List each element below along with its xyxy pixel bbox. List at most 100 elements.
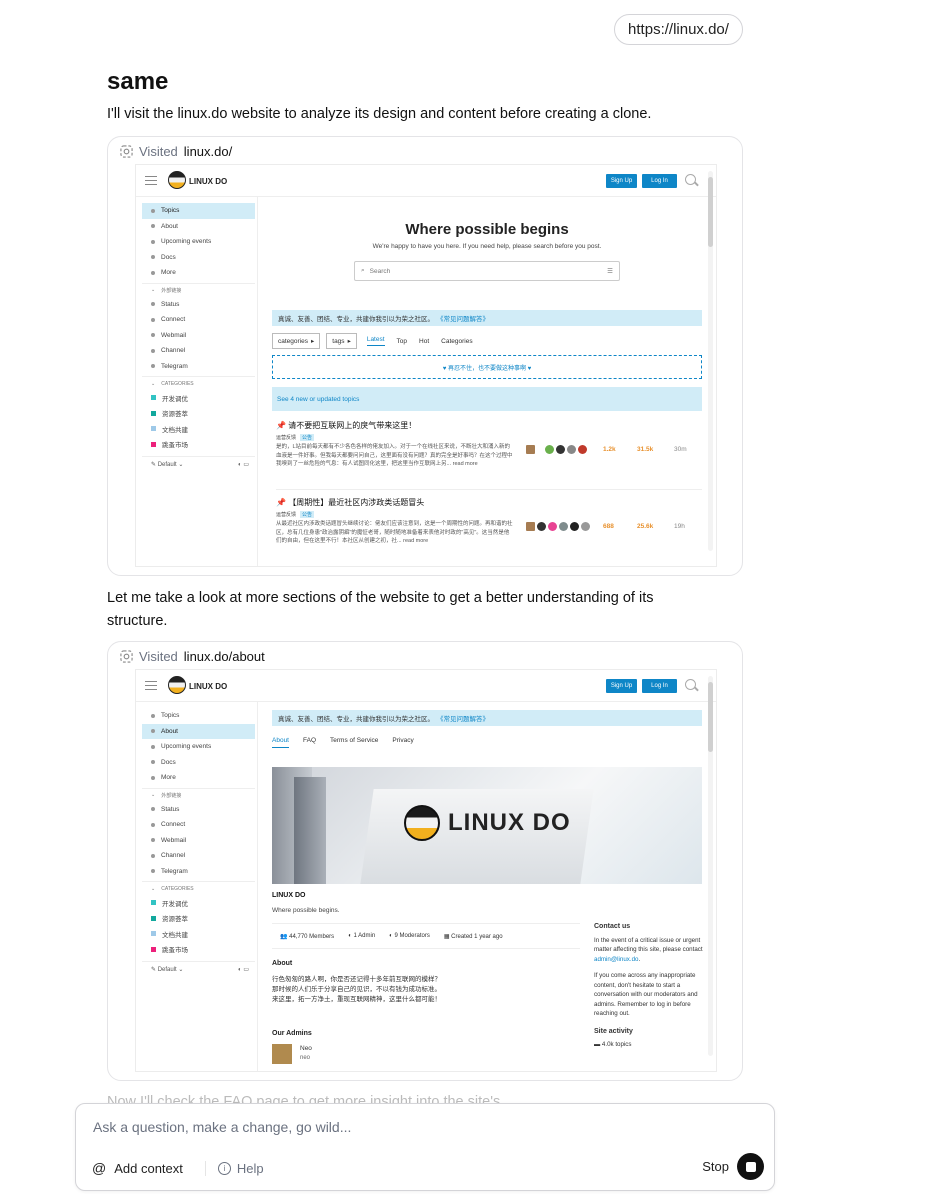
tab-privacy: Privacy: [392, 737, 414, 744]
sign-text: LINUX DO: [448, 809, 571, 836]
site-banner: 真诚、友善、团结、专业，共建你我引以为荣之社区。 《常见问题解答》: [272, 310, 702, 326]
topic-replies: 688: [603, 523, 614, 530]
about-heading: About: [272, 960, 293, 967]
avatar: [272, 1044, 292, 1064]
sidebar-item-topics: Topics: [142, 708, 255, 724]
building-shape: [294, 777, 326, 884]
tab-faq: FAQ: [303, 737, 317, 744]
pin-icon: 📌: [276, 421, 286, 430]
category-color-icon: [151, 946, 156, 952]
theme-toggle-icon: ◐ ▭: [238, 462, 249, 468]
sidebar-item-about: About: [142, 219, 255, 235]
url-message-pill: https://linux.do/: [614, 14, 743, 45]
category-label: 资源荟萃: [162, 411, 188, 419]
sidebar-item-telegram: Telegram: [142, 359, 255, 375]
help-button[interactable]: i Help: [204, 1160, 264, 1176]
category-color-icon: [151, 931, 156, 937]
site-logo-text: LINUX DO: [189, 682, 228, 691]
sidebar-footer: ✎ Default ⌄ ◐ ▭: [142, 456, 255, 472]
section-label: 外部链接: [161, 287, 182, 294]
stop-button[interactable]: [737, 1153, 764, 1180]
category-color-icon: [151, 441, 156, 447]
about-line: 来这里，拓一方净土，重现互联网精神，这里什么都可能！: [272, 996, 441, 1003]
pin-icon: 📌: [276, 498, 286, 507]
signup-button: Sign Up: [606, 174, 637, 188]
visit-card-home: Visited linux.do/ LINUX DO Sign Up Log In…: [107, 136, 743, 576]
visit-header: Visited linux.do/about: [120, 649, 265, 664]
sidebar-label: Telegram: [161, 362, 188, 370]
link-icon: [151, 302, 155, 307]
topic-tags: 运营反馈 公告: [276, 434, 702, 441]
calendar-icon: ▦: [443, 933, 450, 940]
about-site-name: LINUX DO: [272, 892, 306, 899]
chat-input[interactable]: Ask a question, make a change, go wild..…: [93, 1119, 351, 1135]
link-icon: [151, 838, 155, 843]
topics-icon: [151, 208, 155, 213]
sidebar-item-more: More: [142, 770, 255, 786]
topic-row: 📌 【周期性】最近社区内涉政类话题冒头 运营反馈 公告 从最近社区内涉政类话题冒头…: [276, 497, 702, 566]
site-header: LINUX DO Sign Up Log In: [136, 165, 716, 197]
tags-dropdown: tags ▸: [326, 333, 357, 349]
add-context-button[interactable]: Add context: [114, 1161, 183, 1176]
admin-username: neo: [300, 1055, 311, 1061]
chat-footer: @ Add context i Help: [92, 1160, 264, 1176]
banner-link: 《常见问题解答》: [437, 316, 489, 323]
search-icon: ⌕: [361, 267, 365, 274]
linuxdo-logo-icon: [168, 676, 186, 694]
sidebar-label: Status: [161, 300, 180, 308]
sidebar-label: Status: [161, 805, 180, 813]
search-icon: [685, 174, 696, 185]
hero-title: Where possible begins: [405, 221, 569, 238]
topic-row: 📌 请不要把互联网上的戾气带来这里！ 运营反馈 公告 是的，L站目前每天都有不少各…: [276, 420, 702, 490]
stop-control[interactable]: Stop: [702, 1153, 764, 1180]
sidebar-label: Docs: [161, 253, 176, 261]
sidebar-section-external: ⌄ 外部链接: [142, 282, 255, 297]
chat-input-box[interactable]: Ask a question, make a change, go wild..…: [75, 1103, 775, 1191]
scrollbar: [708, 676, 713, 1056]
category-item: 资源荟萃: [142, 911, 255, 927]
filter-icon: ☰: [607, 268, 613, 275]
linuxdo-logo-icon: [168, 171, 186, 189]
tab-categories: Categories: [441, 337, 473, 345]
pencil-icon: ✎: [151, 967, 157, 973]
login-button: Log In: [642, 174, 677, 188]
sidebar-item-webmail: Webmail: [142, 328, 255, 344]
avatar: [537, 522, 546, 531]
category-item: 文档共建: [142, 421, 255, 437]
new-topics-notice: See 4 new or updated topics: [272, 387, 702, 411]
link-icon: [151, 807, 155, 812]
stat-text: Created 1 year ago: [451, 933, 503, 940]
category-color-icon: [151, 915, 156, 921]
topic-excerpt: 从最近社区内涉政类话题冒头继续讨论：佬友们应该注意到，这是一个周期性的问题。再和…: [276, 521, 513, 544]
banner-text: 真诚、友善、团结、专业，共建你我引以为荣之社区。: [278, 716, 434, 723]
login-button: Log In: [642, 679, 677, 693]
send-icon: [151, 869, 155, 874]
notice-box: ♥ 再忍不住，也不要做这种事啊 ♥: [272, 355, 702, 379]
sidebar-item-about: About: [142, 723, 255, 739]
sidebar-label: Docs: [161, 758, 176, 766]
topic-tags: 运营反馈 公告: [276, 511, 702, 518]
topic-title: 📌 【周期性】最近社区内涉政类话题冒头: [276, 497, 702, 508]
at-icon: @: [92, 1160, 107, 1176]
avatar: [556, 445, 565, 454]
topics-icon: [151, 713, 155, 718]
visit-target: linux.do/: [183, 144, 233, 159]
category-color-icon: [151, 395, 156, 401]
sidebar-footer: ✎ Default ⌄ ◐ ▭: [142, 961, 255, 977]
category-item: 跳蚤市场: [142, 942, 255, 958]
site-header: LINUX DO Sign Up Log In: [136, 670, 716, 702]
screenshot-about: LINUX DO Sign Up Log In Topics About Upc…: [135, 669, 717, 1072]
search-placeholder: Search: [369, 267, 391, 275]
send-icon: [151, 364, 155, 369]
assistant-message: I'll visit the linux.do website to analy…: [107, 106, 652, 122]
topic-replies: 1.2k: [603, 446, 616, 453]
about-banner-image: LINUX DO: [272, 767, 702, 884]
tab-hot: Hot: [419, 337, 430, 345]
site-sidebar: Topics About Upcoming events Docs More ⌄…: [142, 203, 255, 472]
info-icon: i: [217, 1161, 231, 1175]
sidebar-label: Upcoming events: [161, 238, 212, 246]
about-stats: 👥 44,770 Members ◐ 1 Admin ◐ 9 Moderator…: [272, 923, 580, 949]
topic-title-text: 【周期性】最近社区内涉政类话题冒头: [288, 498, 425, 507]
sidebar-item-topics: Topics: [142, 203, 255, 219]
sidebar-item-connect: Connect: [142, 817, 255, 833]
